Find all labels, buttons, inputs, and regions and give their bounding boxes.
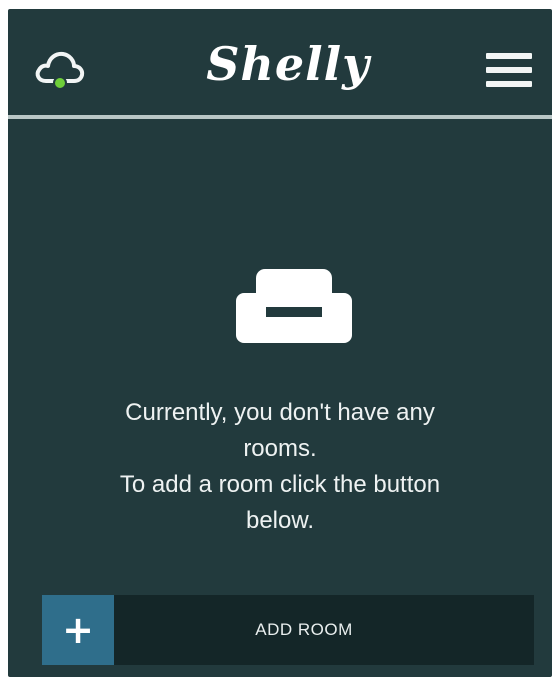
app-logo: Shelly — [206, 37, 370, 91]
hamburger-menu-icon[interactable] — [486, 53, 532, 87]
empty-message-line: below. — [245, 507, 315, 534]
app-screen: Shelly Currently, you don't have any roo… — [8, 9, 552, 677]
header-divider — [8, 115, 552, 119]
empty-message-line: rooms. — [243, 435, 317, 462]
plus-icon[interactable]: + — [42, 595, 114, 665]
empty-message-line: To add a room click the button — [119, 471, 441, 498]
empty-rooms-message: Currently, you don't have any rooms. To … — [48, 395, 512, 539]
menu-bar — [486, 81, 532, 87]
cloud-icon[interactable] — [32, 45, 88, 93]
add-room-label: ADD ROOM — [255, 620, 353, 639]
add-room-button[interactable]: + ADD ROOM — [42, 595, 534, 665]
app-header: Shelly — [8, 9, 552, 115]
menu-bar — [486, 67, 532, 73]
menu-bar — [486, 53, 532, 59]
sofa-icon — [234, 267, 354, 347]
empty-message-line: Currently, you don't have any — [125, 399, 435, 426]
